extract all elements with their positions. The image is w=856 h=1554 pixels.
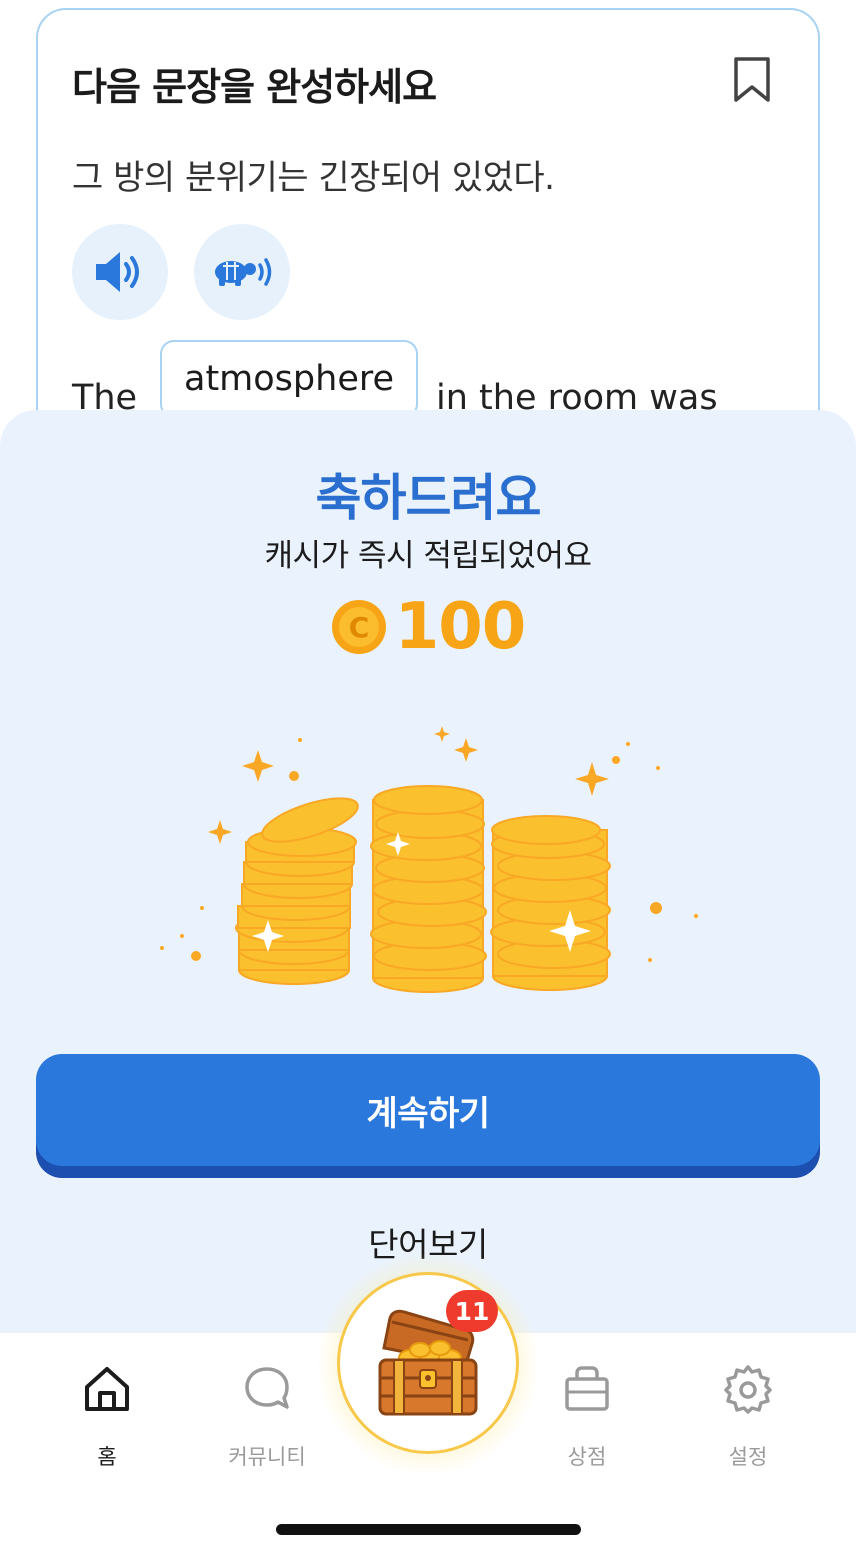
bookmark-icon[interactable] [732, 56, 772, 104]
nav-item-community[interactable]: 커뮤니티 [207, 1363, 327, 1483]
quiz-sentence: 그 방의 분위기는 긴장되어 있었다. [72, 158, 555, 198]
coin-icon: C [331, 600, 386, 654]
nav-label-shop: 상점 [567, 1445, 607, 1469]
nav-label-settings: 설정 [728, 1445, 768, 1469]
reward-title: 축하드려요 [315, 469, 542, 527]
screen: 다음 문장을 완성하세요 그 방의 분위기는 긴장되어 있었다. The atm… [0, 0, 856, 1554]
coin-stacks-illustration [160, 726, 698, 993]
turtle-speaker-icon [215, 258, 272, 286]
shopping-bag-icon [565, 1366, 609, 1411]
nav-item-home[interactable]: 홈 [47, 1363, 167, 1483]
nav-item-settings[interactable]: 설정 [688, 1363, 808, 1483]
chest-count-badge: 11 [446, 1290, 498, 1332]
reward-subtitle: 캐시가 즉시 적립되었어요 [264, 538, 592, 574]
home-indicator [276, 1524, 581, 1535]
home-icon [85, 1367, 129, 1411]
nav-label-community: 커뮤니티 [228, 1445, 306, 1469]
gear-icon [724, 1365, 772, 1414]
play-audio-button[interactable] [72, 224, 168, 320]
speaker-icon [96, 252, 139, 292]
reward-amount-row: C 100 [0, 590, 856, 664]
reward-amount: 100 [394, 590, 527, 664]
chat-bubble-icon [245, 1367, 289, 1409]
nav-label-home: 홈 [97, 1445, 117, 1469]
answer-slot[interactable]: atmosphere [160, 340, 418, 418]
play-slow-audio-button[interactable] [194, 224, 290, 320]
nav-item-shop[interactable]: 상점 [527, 1363, 647, 1483]
quiz-title: 다음 문장을 완성하세요 [72, 65, 437, 109]
svg-text:C: C [348, 611, 369, 644]
continue-button[interactable]: 계속하기 [36, 1054, 820, 1166]
